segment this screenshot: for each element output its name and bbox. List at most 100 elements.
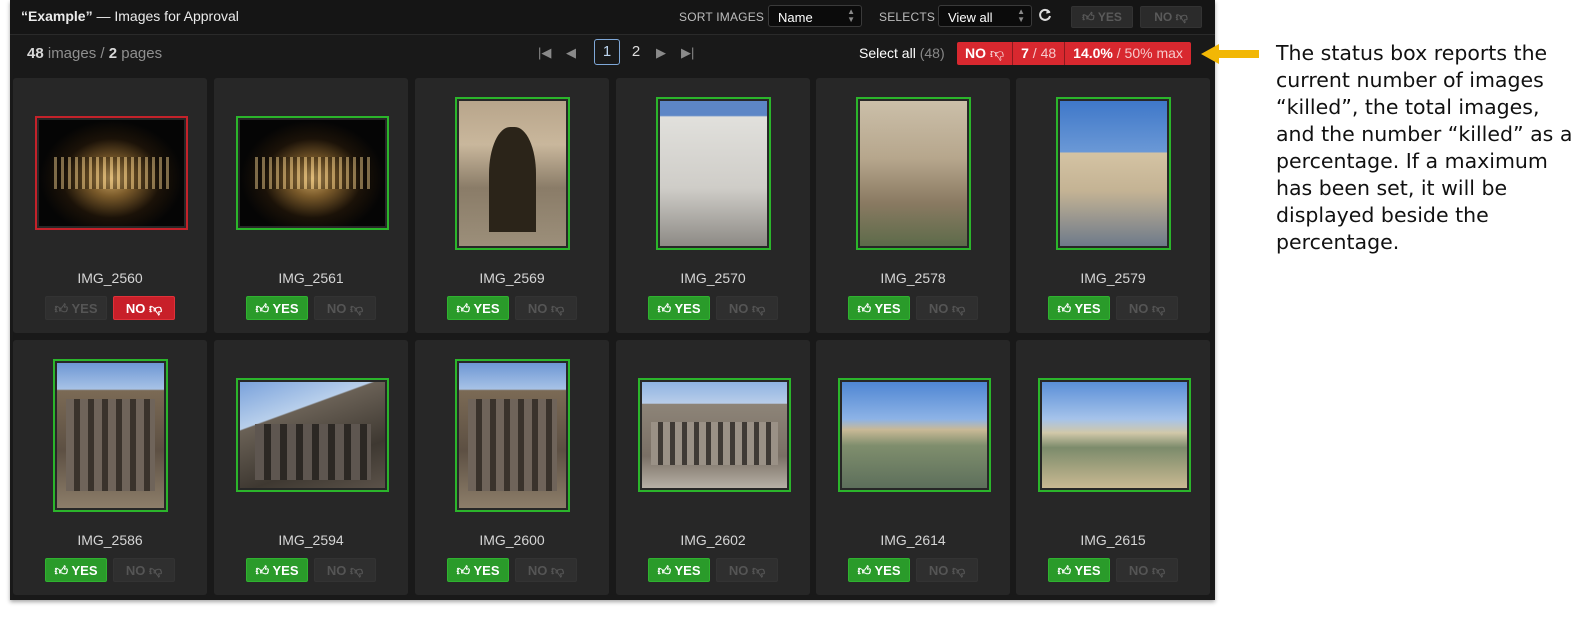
- approve-button[interactable]: 👍︎ YES: [648, 296, 710, 320]
- image-thumbnail[interactable]: [838, 378, 991, 492]
- image-thumbnail[interactable]: [638, 378, 791, 492]
- reject-label: NO: [928, 563, 949, 578]
- image-thumbnail[interactable]: [53, 359, 168, 512]
- approve-label: YES: [272, 563, 299, 578]
- image-filename: IMG_2569: [479, 270, 545, 286]
- approve-button[interactable]: 👍︎ YES: [848, 296, 910, 320]
- approve-button[interactable]: 👍︎ YES: [447, 296, 509, 320]
- page-1-button[interactable]: 1: [594, 39, 620, 65]
- max-percent: / 50% max: [1116, 45, 1183, 61]
- image-card[interactable]: IMG_2600 👍︎ YES NO 👎︎: [415, 340, 609, 595]
- image-card[interactable]: IMG_2561 👍︎ YES NO 👎︎: [214, 78, 408, 333]
- page-count: 2: [108, 45, 118, 62]
- page-title: “Example” — Images for Approval: [21, 8, 239, 24]
- approve-label: YES: [71, 563, 98, 578]
- approve-button[interactable]: 👍︎ YES: [246, 558, 308, 582]
- image-filename: IMG_2600: [479, 532, 545, 548]
- reject-button[interactable]: NO 👎︎: [916, 558, 978, 582]
- image-count: 48: [27, 45, 44, 62]
- image-card[interactable]: IMG_2569 👍︎ YES NO 👎︎: [415, 78, 609, 333]
- approve-label: YES: [874, 563, 901, 578]
- status-no-label: NO: [965, 45, 986, 61]
- last-page-icon[interactable]: ▶|: [681, 44, 694, 62]
- image-thumbnail[interactable]: [455, 359, 570, 512]
- approve-label: YES: [272, 301, 299, 316]
- approve-button[interactable]: 👍︎ YES: [1048, 558, 1110, 582]
- image-card[interactable]: IMG_2570 👍︎ YES NO 👎︎: [616, 78, 810, 333]
- thumbs-down-icon: 👎︎: [989, 45, 1005, 61]
- reject-label: NO: [1128, 563, 1149, 578]
- refresh-icon[interactable]: [1036, 8, 1054, 26]
- reject-button[interactable]: NO 👎︎: [314, 558, 376, 582]
- reject-button[interactable]: NO 👎︎: [1116, 558, 1178, 582]
- reject-button[interactable]: NO 👎︎: [113, 558, 175, 582]
- approve-button[interactable]: 👍︎ YES: [447, 558, 509, 582]
- select-all-link[interactable]: Select all (48): [859, 45, 945, 61]
- thumbs-up-icon: 👍︎: [657, 301, 672, 316]
- approve-label: YES: [473, 301, 500, 316]
- images-word: images /: [43, 45, 109, 62]
- next-page-icon[interactable]: ▶: [656, 44, 666, 62]
- reject-button[interactable]: NO 👎︎: [314, 296, 376, 320]
- total-count: / 48: [1032, 45, 1057, 61]
- image-thumbnail[interactable]: [455, 97, 570, 250]
- thumbs-down-icon: 👎︎: [349, 301, 364, 316]
- reject-button[interactable]: NO 👎︎: [515, 558, 577, 582]
- image-card[interactable]: IMG_2586 👍︎ YES NO 👎︎: [13, 340, 207, 595]
- thumbs-up-icon: 👍︎: [54, 301, 69, 316]
- reject-button[interactable]: NO 👎︎: [113, 296, 175, 320]
- arrow-icon: [1201, 44, 1259, 64]
- approve-label: YES: [1097, 10, 1122, 24]
- image-card[interactable]: IMG_2602 👍︎ YES NO 👎︎: [616, 340, 810, 595]
- thumbs-up-icon: 👍︎: [1057, 563, 1072, 578]
- image-card[interactable]: IMG_2594 👍︎ YES NO 👎︎: [214, 340, 408, 595]
- reject-selected-button[interactable]: NO 👎︎: [1140, 6, 1202, 28]
- reject-button[interactable]: NO 👎︎: [716, 296, 778, 320]
- image-filename: IMG_2594: [278, 532, 344, 548]
- photo: [1060, 101, 1167, 246]
- approve-selected-button[interactable]: 👍︎ YES: [1071, 6, 1133, 28]
- reject-button[interactable]: NO 👎︎: [515, 296, 577, 320]
- image-card[interactable]: IMG_2614 👍︎ YES NO 👎︎: [816, 340, 1010, 595]
- killed-count: 7: [1021, 45, 1029, 61]
- image-filename: IMG_2614: [880, 532, 946, 548]
- reject-button[interactable]: NO 👎︎: [1116, 296, 1178, 320]
- photo: [459, 101, 566, 246]
- selects-filter[interactable]: View all ▲ ▼: [938, 5, 1032, 27]
- image-filename: IMG_2570: [680, 270, 746, 286]
- approve-button[interactable]: 👍︎ YES: [246, 296, 308, 320]
- select-all-count: (48): [919, 45, 945, 61]
- sort-label: SORT IMAGES :: [679, 10, 772, 24]
- prev-page-icon[interactable]: ◀: [566, 44, 576, 62]
- approve-button[interactable]: 👍︎ YES: [45, 296, 107, 320]
- approve-button[interactable]: 👍︎ YES: [848, 558, 910, 582]
- photo: [240, 120, 385, 226]
- image-thumbnail[interactable]: [1038, 378, 1191, 492]
- image-filename: IMG_2561: [278, 270, 344, 286]
- image-thumbnail[interactable]: [236, 378, 389, 492]
- approve-button[interactable]: 👍︎ YES: [648, 558, 710, 582]
- image-card[interactable]: IMG_2615 👍︎ YES NO 👎︎: [1016, 340, 1210, 595]
- thumbs-up-icon: 👍︎: [857, 301, 872, 316]
- title-text: — Images for Approval: [92, 8, 239, 24]
- approve-button[interactable]: 👍︎ YES: [45, 558, 107, 582]
- reject-button[interactable]: NO 👎︎: [716, 558, 778, 582]
- first-page-icon[interactable]: |◀: [538, 44, 551, 62]
- approve-button[interactable]: 👍︎ YES: [1048, 296, 1110, 320]
- sort-select[interactable]: Name ▲ ▼: [768, 5, 862, 27]
- page-2-button[interactable]: 2: [623, 39, 649, 65]
- select-caret-icon: ▲ ▼: [847, 7, 855, 24]
- image-card[interactable]: IMG_2579 👍︎ YES NO 👎︎: [1016, 78, 1210, 333]
- image-thumbnail[interactable]: [35, 116, 188, 230]
- image-card[interactable]: IMG_2560 👍︎ YES NO 👎︎: [13, 78, 207, 333]
- image-thumbnail[interactable]: [236, 116, 389, 230]
- image-thumbnail[interactable]: [1056, 97, 1171, 250]
- thumbs-up-icon: 👍︎: [857, 563, 872, 578]
- image-thumbnail[interactable]: [656, 97, 771, 250]
- image-thumbnail[interactable]: [856, 97, 971, 250]
- thumbs-down-icon: 👎︎: [751, 301, 766, 316]
- reject-button[interactable]: NO 👎︎: [916, 296, 978, 320]
- image-card[interactable]: IMG_2578 👍︎ YES NO 👎︎: [816, 78, 1010, 333]
- photo: [57, 363, 164, 508]
- photo: [1042, 382, 1187, 488]
